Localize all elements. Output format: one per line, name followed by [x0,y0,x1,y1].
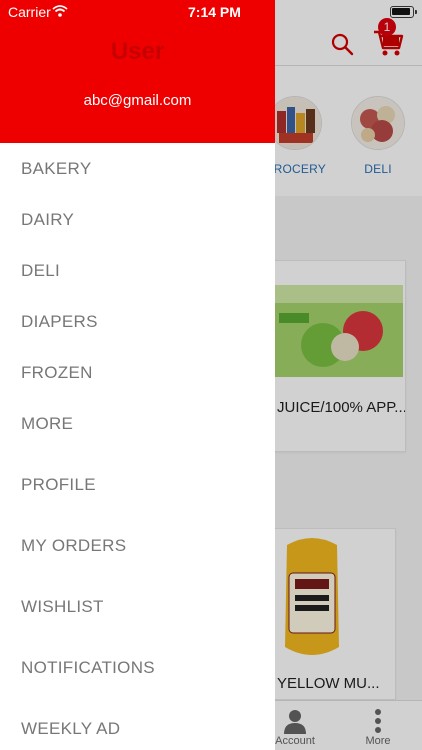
menu-item-wishlist[interactable]: WISHLIST [21,597,104,617]
menu-item-frozen[interactable]: FROZEN [21,363,93,383]
menu-item-deli[interactable]: DELI [21,261,60,281]
drawer-user-email: abc@gmail.com [83,92,192,109]
menu-item-bakery[interactable]: BAKERY [21,159,91,179]
menu-item-dairy[interactable]: DAIRY [21,210,74,230]
menu-item-profile[interactable]: PROFILE [21,475,96,495]
status-bar: Carrier 7:14 PM [0,0,422,24]
menu-item-my-orders[interactable]: MY ORDERS [21,536,126,556]
clock: 7:14 PM [188,4,241,20]
wifi-icon [52,4,68,18]
drawer-user-name: User [110,38,165,65]
battery-icon [390,6,417,18]
navigation-drawer: User abc@gmail.com BAKERY DAIRY DELI DIA… [0,0,275,750]
menu-item-diapers[interactable]: DIAPERS [21,312,98,332]
menu-item-weekly-ad[interactable]: WEEKLY AD [21,719,120,739]
menu-item-more[interactable]: MORE [21,414,73,434]
menu-item-notifications[interactable]: NOTIFICATIONS [21,658,155,678]
carrier-label: Carrier [8,4,51,20]
